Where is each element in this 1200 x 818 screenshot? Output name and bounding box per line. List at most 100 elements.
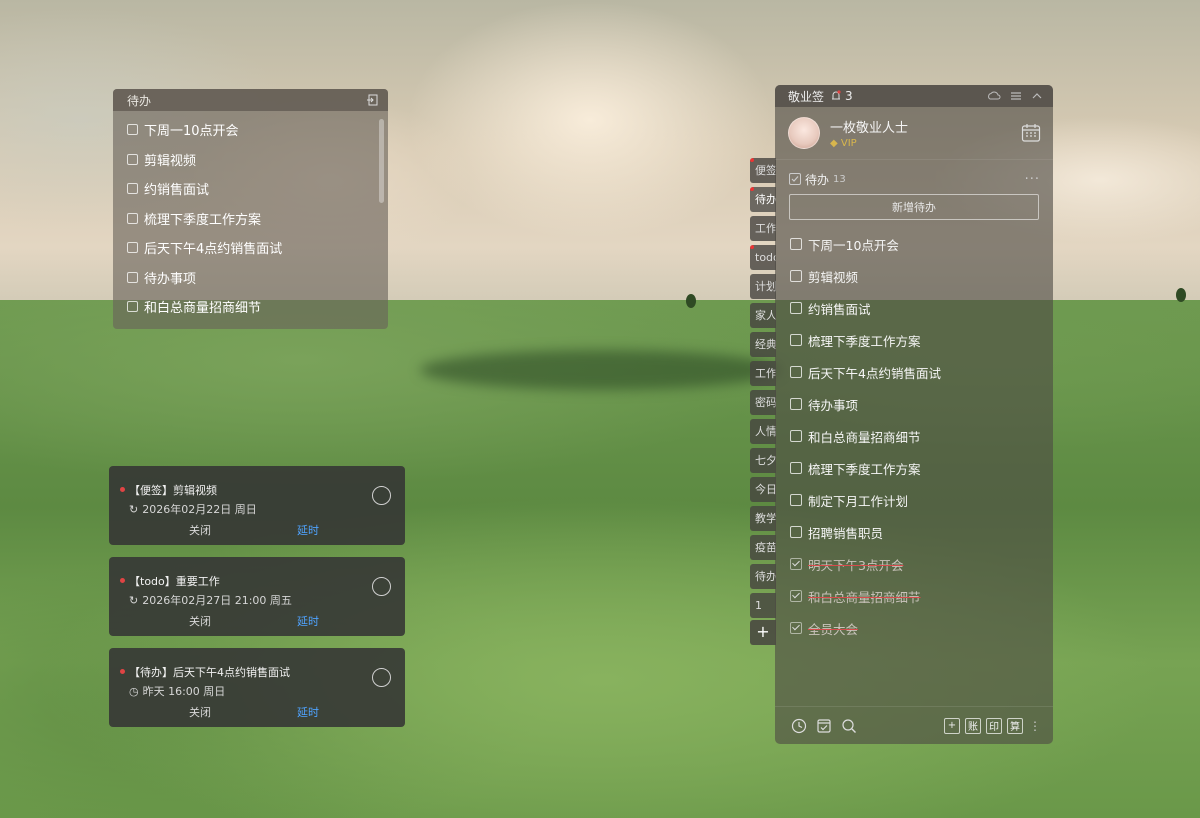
checkbox[interactable]: [790, 270, 802, 282]
todo-item[interactable]: 待办事项: [790, 388, 1053, 420]
avatar[interactable]: [788, 117, 820, 149]
unread-dot-icon: [750, 245, 754, 249]
category-tab[interactable]: 密码: [750, 390, 776, 415]
list-item[interactable]: 下周一10点开会: [127, 115, 388, 145]
todo-item[interactable]: 梳理下季度工作方案: [790, 452, 1053, 484]
checkbox[interactable]: [127, 301, 138, 313]
todo-item[interactable]: 后天下午4点约销售面试: [790, 356, 1053, 388]
todo-item[interactable]: 招聘销售职员: [790, 516, 1053, 548]
delay-button[interactable]: 延时: [297, 704, 319, 720]
category-tab[interactable]: 教学: [750, 506, 776, 531]
complete-circle-button[interactable]: [372, 486, 391, 505]
close-button[interactable]: 关闭: [189, 522, 211, 538]
todo-item[interactable]: 约销售面试: [790, 292, 1053, 324]
checkbox[interactable]: [127, 124, 138, 136]
cloud-sync-icon[interactable]: [987, 90, 1001, 102]
checkbox[interactable]: [790, 622, 802, 634]
todo-item[interactable]: 全员大会: [790, 612, 1053, 644]
checkbox[interactable]: [790, 302, 802, 314]
list-item-label: 约销售面试: [144, 183, 210, 199]
list-item[interactable]: 和白总商量招商细节: [127, 292, 388, 322]
checkbox[interactable]: [127, 153, 138, 165]
user-header: 一枚敬业人士 ◆ VIP: [775, 107, 1053, 160]
clock-icon[interactable]: [791, 718, 807, 734]
add-category-button[interactable]: +: [750, 620, 776, 645]
complete-circle-button[interactable]: [372, 668, 391, 687]
bottom-tools: + 账印算 ⋮: [939, 717, 1041, 734]
category-tab[interactable]: 待办: [750, 187, 776, 212]
list-item[interactable]: 约销售面试: [127, 174, 388, 204]
category-tab[interactable]: 人情: [750, 419, 776, 444]
checkbox[interactable]: [790, 334, 802, 346]
category-tab[interactable]: 1: [750, 593, 776, 618]
red-dot-icon: [120, 669, 125, 674]
checkbox[interactable]: [790, 462, 802, 474]
delay-button[interactable]: 延时: [297, 613, 319, 629]
checkbox[interactable]: [127, 212, 138, 224]
category-tab[interactable]: 疫苗: [750, 535, 776, 560]
checkbox[interactable]: [790, 494, 802, 506]
category-tab-label: 疫苗: [755, 541, 776, 554]
todo-widget-title: 待办: [127, 93, 152, 108]
checkbox[interactable]: [790, 590, 802, 602]
checkbox[interactable]: [790, 430, 802, 442]
todo-item[interactable]: 和白总商量招商细节: [790, 420, 1053, 452]
category-tab[interactable]: 七夕: [750, 448, 776, 473]
add-icon[interactable]: +: [944, 717, 960, 734]
todo-item[interactable]: 和白总商量招商细节: [790, 580, 1053, 612]
category-tab-label: 工作: [755, 222, 776, 235]
checkbox[interactable]: [790, 238, 802, 250]
category-tab[interactable]: todo: [750, 245, 776, 270]
list-item[interactable]: 梳理下季度工作方案: [127, 204, 388, 234]
list-item-label: 剪辑视频: [144, 153, 197, 169]
checkbox[interactable]: [790, 398, 802, 410]
todo-item-label: 和白总商量招商细节: [808, 589, 921, 605]
category-tab-label: 待办: [755, 570, 776, 583]
delay-button[interactable]: 延时: [297, 522, 319, 538]
todo-widget-header: 待办: [113, 89, 388, 111]
checkbox[interactable]: [127, 242, 138, 254]
todo-item-label: 制定下月工作计划: [808, 493, 909, 509]
category-tab[interactable]: 经典: [750, 332, 776, 357]
todo-item[interactable]: 明天下午3点开会: [790, 548, 1053, 580]
list-item[interactable]: 后天下午4点约销售面试: [127, 233, 388, 263]
category-tab[interactable]: 便签: [750, 158, 776, 183]
collapse-icon[interactable]: [1031, 91, 1043, 101]
todo-item[interactable]: 下周一10点开会: [790, 228, 1053, 260]
complete-circle-button[interactable]: [372, 577, 391, 596]
more-icon[interactable]: ···: [1025, 172, 1040, 187]
menu-icon[interactable]: [1010, 91, 1022, 101]
checkbox[interactable]: [127, 183, 138, 195]
completed-icon[interactable]: [816, 718, 832, 734]
todo-item[interactable]: 制定下月工作计划: [790, 484, 1053, 516]
add-todo-button[interactable]: 新增待办: [789, 194, 1039, 220]
todo-item[interactable]: 梳理下季度工作方案: [790, 324, 1053, 356]
red-dot-icon: [120, 578, 125, 583]
checkbox[interactable]: [127, 271, 138, 283]
checkbox[interactable]: [790, 558, 802, 570]
category-tab[interactable]: 工作: [750, 216, 776, 241]
category-tab[interactable]: 今日: [750, 477, 776, 502]
calculator-button[interactable]: 算: [1007, 717, 1023, 734]
main-todo-list: 下周一10点开会 剪辑视频 约销售面试 梳理下季度工作方案 后天下午4点约销售面试 待办事…: [775, 228, 1053, 644]
list-item[interactable]: 待办事项: [127, 263, 388, 293]
print-button[interactable]: 印: [986, 717, 1002, 734]
scrollbar[interactable]: [379, 119, 384, 203]
checkbox[interactable]: [790, 526, 802, 538]
more-vertical-icon[interactable]: ⋮: [1029, 719, 1041, 733]
close-button[interactable]: 关闭: [189, 704, 211, 720]
list-item[interactable]: 剪辑视频: [127, 145, 388, 175]
account-button[interactable]: 账: [965, 717, 981, 734]
todo-item[interactable]: 剪辑视频: [790, 260, 1053, 292]
category-tab[interactable]: 计划: [750, 274, 776, 299]
calendar-icon[interactable]: [1021, 123, 1041, 143]
category-tab[interactable]: 家人: [750, 303, 776, 328]
exit-icon[interactable]: [366, 94, 378, 106]
checkbox[interactable]: [790, 366, 802, 378]
category-tab[interactable]: 工作: [750, 361, 776, 386]
bell-icon[interactable]: [830, 90, 842, 102]
close-button[interactable]: 关闭: [189, 613, 211, 629]
category-tab[interactable]: 待办: [750, 564, 776, 589]
vip-label: VIP: [840, 138, 857, 149]
search-icon[interactable]: [841, 718, 857, 734]
